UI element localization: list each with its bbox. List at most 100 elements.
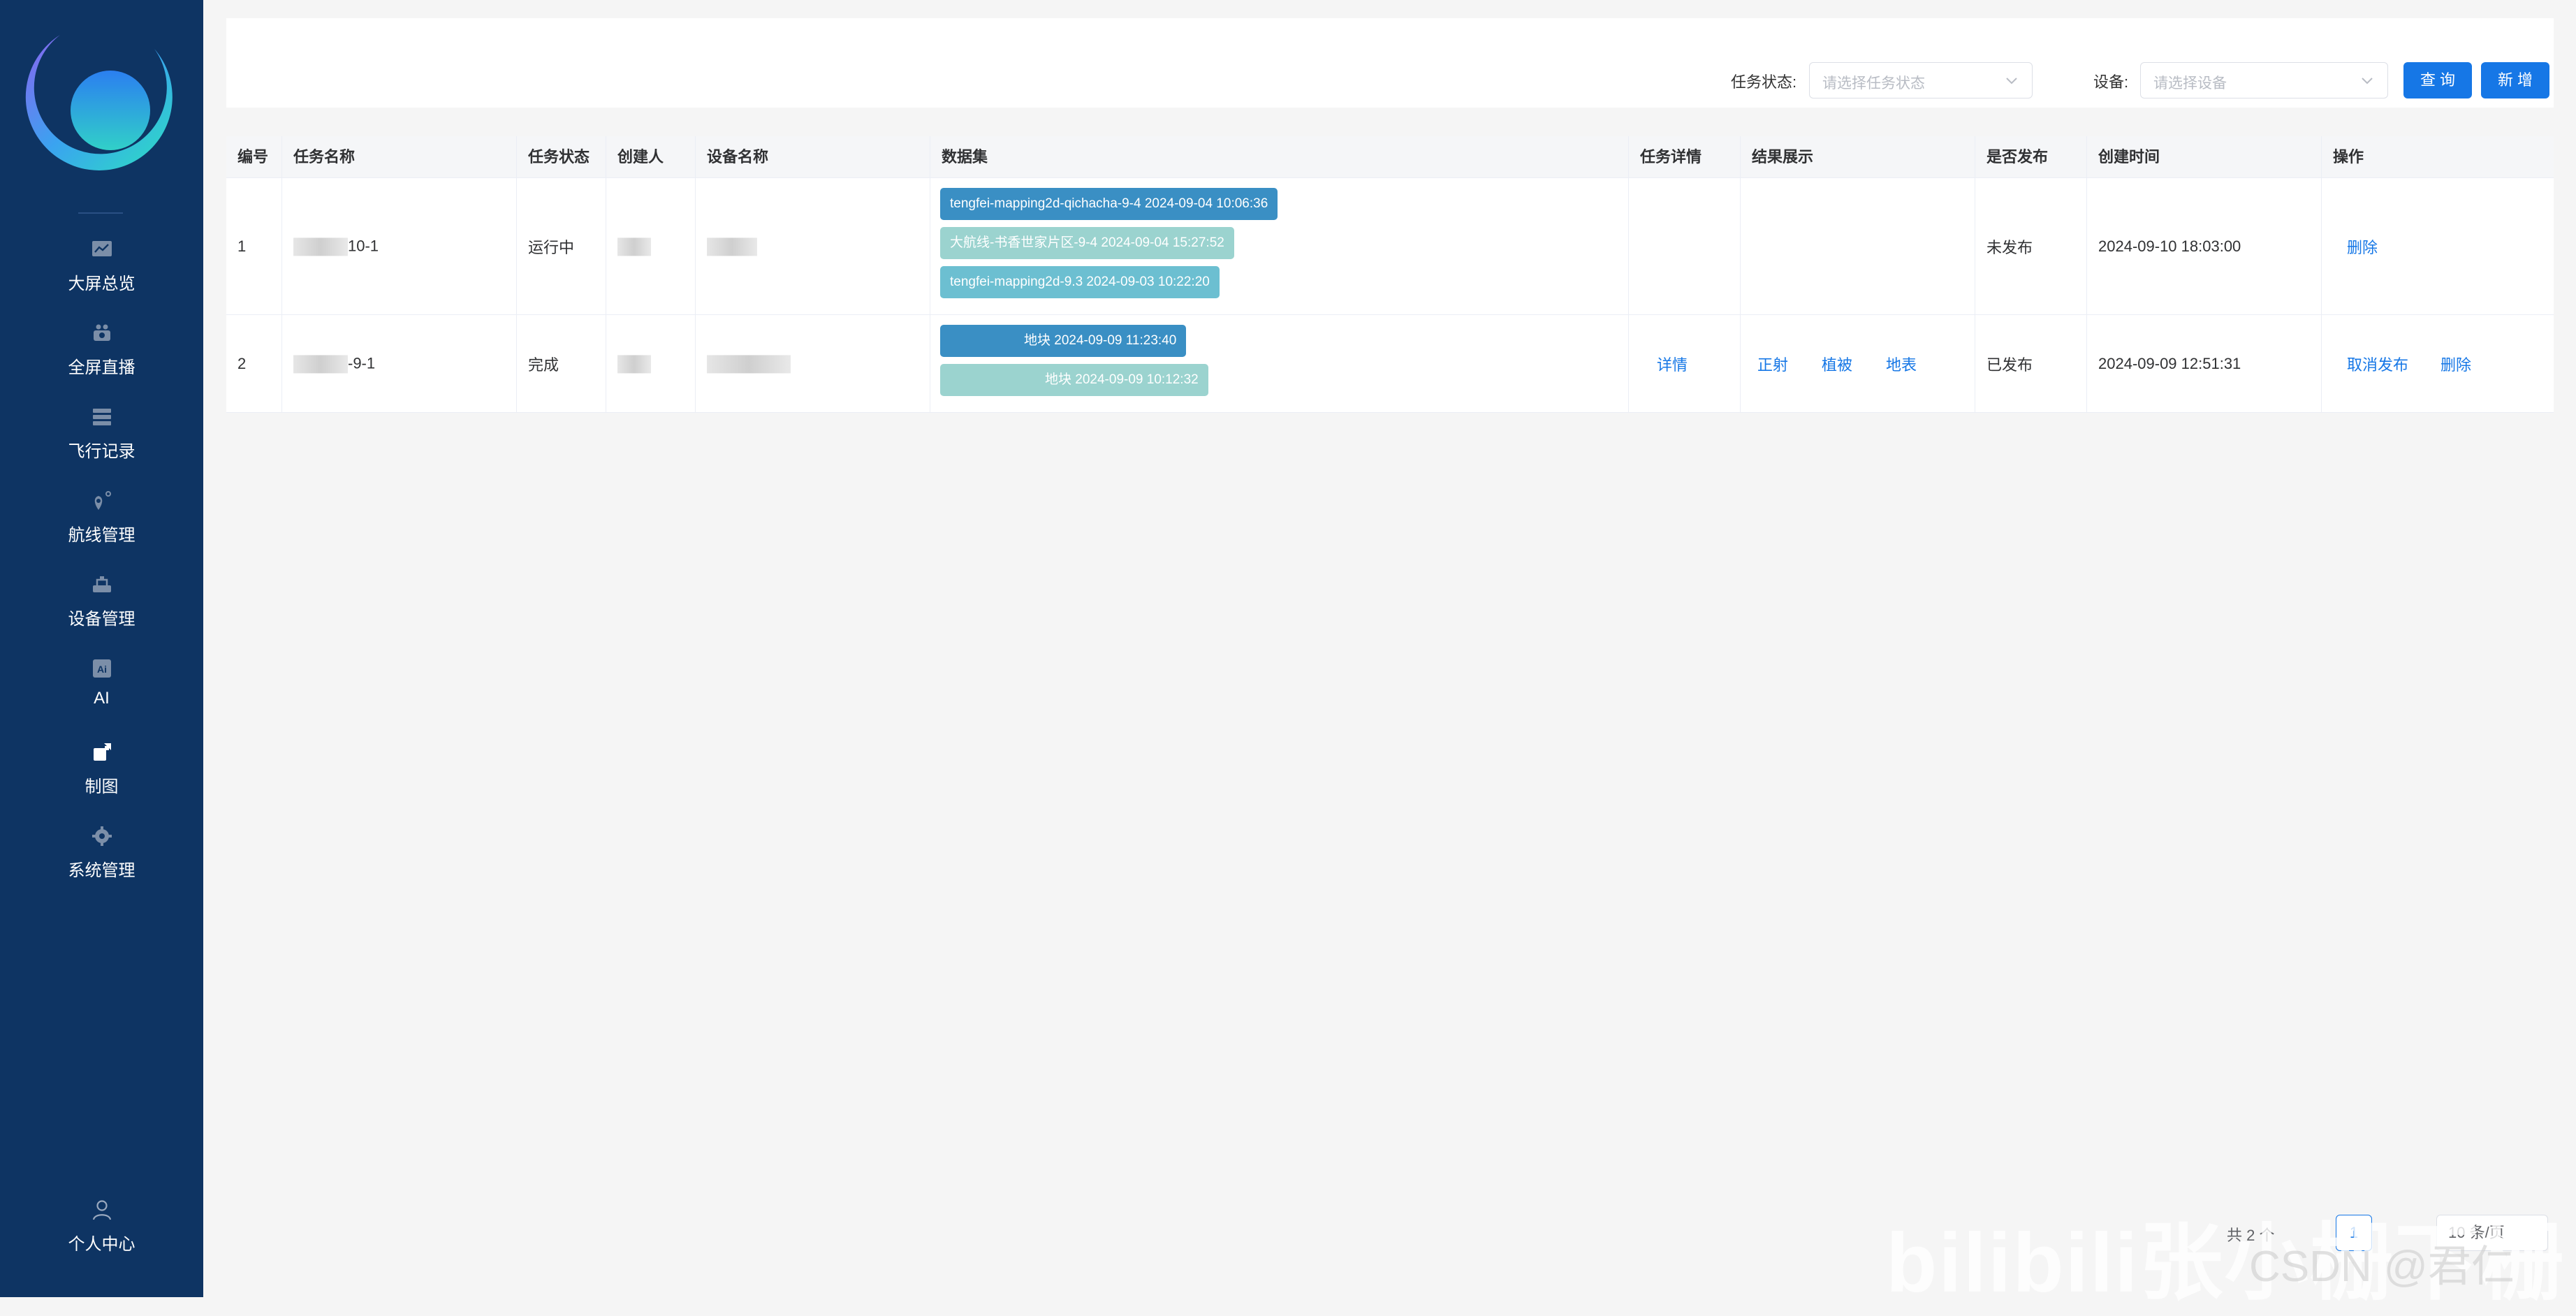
nav-item-dashboard[interactable]: 大屏总览 bbox=[0, 237, 203, 314]
cell-results: 正射 植被 地表 bbox=[1741, 315, 1975, 412]
nav-item-system[interactable]: 系统管理 bbox=[0, 824, 203, 901]
cell-created-time: 2024-09-09 12:51:31 bbox=[2087, 315, 2322, 412]
detail-link[interactable]: 详情 bbox=[1657, 353, 1688, 375]
nav-label: 大屏总览 bbox=[68, 275, 136, 293]
dataset-tag[interactable]: tengfei-mapping2d-9.3 2024-09-03 10:22:2… bbox=[940, 266, 1220, 298]
cell-device-name bbox=[696, 315, 930, 412]
redacted-text bbox=[617, 237, 651, 256]
user-icon bbox=[92, 1200, 111, 1220]
pagination-page-1[interactable]: 1 bbox=[2336, 1215, 2372, 1251]
delete-button[interactable]: 删除 bbox=[2347, 235, 2378, 258]
column-header: 操作 bbox=[2333, 148, 2364, 166]
cell-status: 运行中 bbox=[517, 178, 606, 314]
nav-item-live[interactable]: 全屏直播 bbox=[0, 321, 203, 398]
cell-detail: 详情 bbox=[1629, 315, 1741, 412]
column-header: 设备名称 bbox=[696, 136, 930, 178]
status-select-placeholder: 请选择任务状态 bbox=[1822, 75, 1925, 92]
drone-camera-icon bbox=[93, 324, 110, 341]
dataset-tag[interactable]: tengfei-mapping2d-qichacha-9-4 2024-09-0… bbox=[940, 188, 1278, 220]
column-header: 结果展示 bbox=[1741, 136, 1975, 178]
nav-label: 设备管理 bbox=[68, 610, 136, 629]
cell-task-name: 10-1 bbox=[282, 178, 517, 314]
nav-label: 航线管理 bbox=[68, 526, 136, 545]
nav-label: 制图 bbox=[85, 777, 119, 796]
query-button[interactable]: 查 询 bbox=[2403, 62, 2472, 98]
nav-item-profile[interactable]: 个人中心 bbox=[0, 1198, 203, 1275]
dataset-tag[interactable]: 地块 2024-09-09 10:12:32 bbox=[940, 364, 1208, 396]
logo-divider bbox=[78, 212, 123, 214]
result-orthophoto-link[interactable]: 正射 bbox=[1757, 353, 1788, 375]
nav-label: 个人中心 bbox=[68, 1235, 136, 1254]
unpublish-button[interactable]: 取消发布 bbox=[2347, 353, 2408, 375]
gear-icon bbox=[92, 826, 112, 846]
mapping-icon bbox=[93, 743, 111, 761]
chevron-down-icon bbox=[2006, 78, 2017, 85]
pagination-total: 共 2 个 bbox=[2227, 1227, 2275, 1244]
column-header: 创建时间 bbox=[2087, 136, 2322, 178]
route-pin-icon bbox=[94, 491, 111, 510]
column-header: 是否发布 bbox=[1975, 136, 2087, 178]
column-header: 任务名称 bbox=[282, 136, 517, 178]
cell-published: 未发布 bbox=[1975, 178, 2087, 314]
cell-detail bbox=[1629, 178, 1741, 314]
task-table: 编号 任务名称 任务状态 创建人 设备名称 数据集 任务详情 结果展示 是否发布… bbox=[226, 136, 2554, 413]
redacted-text bbox=[707, 355, 791, 374]
nav-label: AI bbox=[94, 689, 110, 708]
redacted-text bbox=[617, 355, 651, 374]
cell-created-time: 2024-09-10 18:03:00 bbox=[2087, 178, 2322, 314]
chart-screen-icon bbox=[92, 241, 112, 256]
main-content: 任务状态: 请选择任务状态 设备: 请选择设备 查 询 新 增 编号 任务名称 … bbox=[203, 0, 2576, 1297]
nav-item-flight-records[interactable]: 飞行记录 bbox=[0, 405, 203, 482]
cell-task-name: -9-1 bbox=[282, 315, 517, 412]
add-button[interactable]: 新 增 bbox=[2481, 62, 2549, 98]
cell-creator bbox=[606, 178, 696, 314]
column-header: 编号 bbox=[226, 136, 282, 178]
filter-bar: 任务状态: 请选择任务状态 设备: 请选择设备 查 询 新 增 bbox=[226, 18, 2554, 108]
cell-datasets: 地块 2024-09-09 11:23:40 地块 2024-09-09 10:… bbox=[930, 315, 1629, 412]
device-select[interactable]: 请选择设备 bbox=[2140, 62, 2388, 98]
result-surface-link[interactable]: 地表 bbox=[1886, 353, 1917, 375]
svg-text:Ai: Ai bbox=[97, 664, 107, 675]
table-row: 1 10-1 运行中 tengfei-mapping2d-qichacha-9-… bbox=[226, 178, 2554, 315]
nav-label: 飞行记录 bbox=[68, 442, 136, 461]
cell-published: 已发布 bbox=[1975, 315, 2087, 412]
device-filter-label: 设备: bbox=[2093, 73, 2129, 91]
nav-label: 系统管理 bbox=[68, 861, 136, 880]
sidebar: 大屏总览 全屏直播 飞行记录 航线管理 设备管理 Ai AI 制图 系统管理 个… bbox=[0, 0, 203, 1297]
cell-device-name bbox=[696, 178, 930, 314]
logo-icon bbox=[25, 35, 173, 170]
dataset-tag[interactable]: 大航线-书香世家片区-9-4 2024-09-04 15:27:52 bbox=[940, 227, 1234, 259]
dataset-tag[interactable]: 地块 2024-09-09 11:23:40 bbox=[940, 325, 1187, 357]
nav-item-routes[interactable]: 航线管理 bbox=[0, 489, 203, 566]
ai-icon: Ai bbox=[92, 659, 111, 678]
pagination: 共 2 个 1 10 条/页 bbox=[2227, 1212, 2555, 1254]
table-row: 2 -9-1 完成 地块 2024-09-09 11:23:40 地块 2024… bbox=[226, 315, 2554, 413]
device-select-placeholder: 请选择设备 bbox=[2153, 75, 2227, 92]
record-list-icon bbox=[92, 409, 111, 425]
status-filter-label: 任务状态: bbox=[1731, 73, 1797, 91]
column-header: 数据集 bbox=[930, 136, 1629, 178]
status-select[interactable]: 请选择任务状态 bbox=[1809, 62, 2033, 98]
page-size-select[interactable]: 10 条/页 bbox=[2436, 1215, 2548, 1251]
redacted-text bbox=[293, 237, 348, 256]
redacted-text bbox=[707, 237, 757, 256]
nav-item-devices[interactable]: 设备管理 bbox=[0, 573, 203, 650]
cell-actions: 删除 bbox=[2322, 178, 2554, 314]
nav-item-mapping[interactable]: 制图 bbox=[0, 740, 203, 817]
column-header: 创建人 bbox=[606, 136, 696, 178]
cell-results bbox=[1741, 178, 1975, 314]
delete-button[interactable]: 删除 bbox=[2440, 353, 2471, 375]
result-vegetation-link[interactable]: 植被 bbox=[1822, 353, 1852, 375]
device-icon bbox=[92, 576, 111, 592]
cell-actions: 取消发布 删除 bbox=[2322, 315, 2554, 412]
table-header: 编号 任务名称 任务状态 创建人 设备名称 数据集 任务详情 结果展示 是否发布… bbox=[226, 136, 2554, 178]
cell-datasets: tengfei-mapping2d-qichacha-9-4 2024-09-0… bbox=[930, 178, 1629, 314]
chevron-down-icon bbox=[2362, 78, 2373, 85]
cell-creator bbox=[606, 315, 696, 412]
cell-status: 完成 bbox=[517, 315, 606, 412]
redacted-text bbox=[293, 355, 348, 374]
nav-label: 全屏直播 bbox=[68, 358, 136, 377]
column-header: 任务状态 bbox=[517, 136, 606, 178]
cell-id: 1 bbox=[226, 178, 282, 314]
nav-item-ai[interactable]: Ai AI bbox=[0, 657, 203, 733]
